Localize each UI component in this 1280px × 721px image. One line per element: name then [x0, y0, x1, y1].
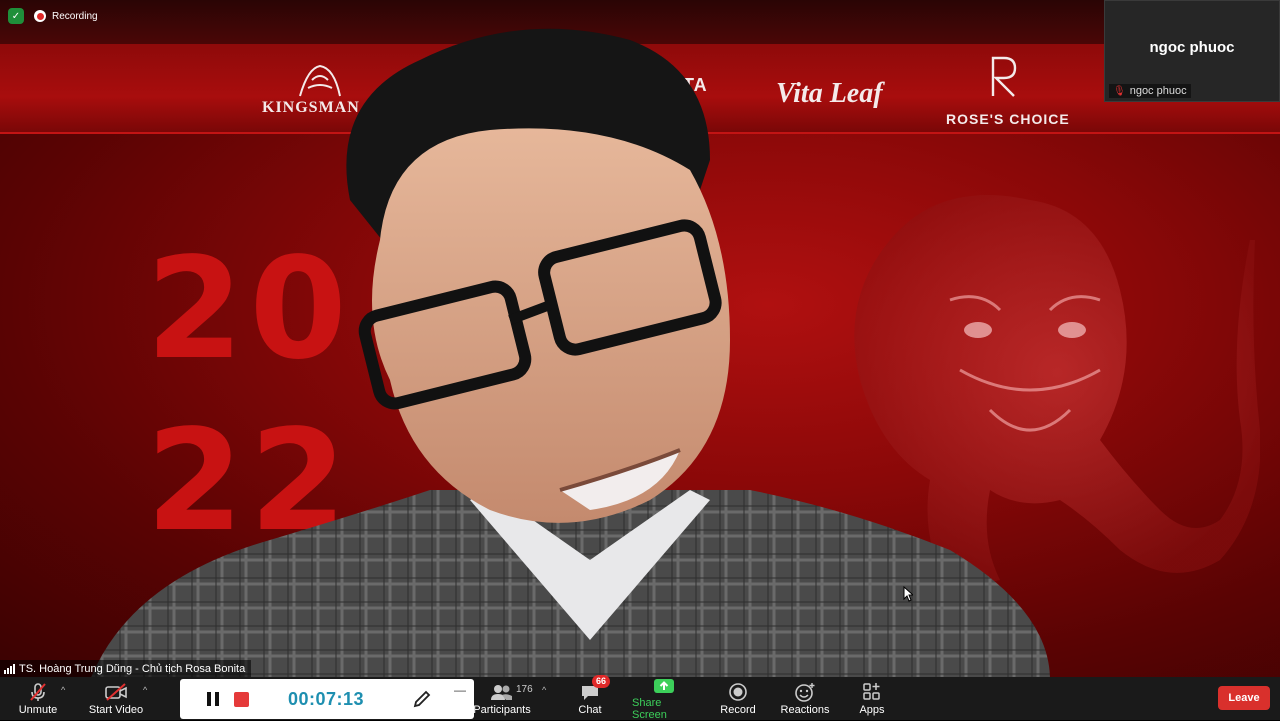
share-screen-label: Share Screen: [632, 696, 667, 721]
leave-button[interactable]: Leave: [1218, 686, 1270, 710]
start-video-label: Start Video: [88, 703, 144, 716]
chat-unread-badge: 66: [592, 674, 611, 688]
apps-button[interactable]: Apps: [856, 677, 888, 720]
start-video-button[interactable]: Start Video: [88, 677, 144, 720]
reactions-button[interactable]: Reactions: [780, 677, 830, 720]
encryption-shield-icon[interactable]: ✓: [8, 8, 24, 24]
participants-count: 176: [516, 684, 533, 695]
thumbnail-label: 🎙 ngoc phuoc: [1109, 84, 1191, 98]
pause-recording-icon[interactable]: [207, 692, 219, 706]
video-stage: KINGSMAN ANISTA Vita Leaf ROSE'S CHOICE …: [0, 0, 1280, 677]
recording-label: Recording: [52, 10, 98, 22]
meeting-status: ✓ Recording: [8, 8, 98, 24]
thumbnail-name: ngoc phuoc: [1129, 85, 1187, 97]
mic-off-icon: [28, 682, 48, 702]
reactions-smiley-icon: [794, 682, 816, 702]
recording-dot-icon: [34, 10, 46, 22]
video-off-icon: [104, 682, 128, 702]
recording-control-panel: 00:07:13 —: [180, 679, 474, 719]
active-speaker-label: TS. Hoàng Trung Dũng - Chủ tịch Rosa Bon…: [0, 660, 252, 677]
speaker-name: TS. Hoàng Trung Dũng - Chủ tịch Rosa Bon…: [19, 662, 246, 675]
unmute-label: Unmute: [18, 703, 58, 716]
stop-recording-icon[interactable]: [234, 692, 249, 707]
apps-icon: [862, 682, 882, 702]
chat-icon: 66: [580, 674, 611, 702]
share-screen-button[interactable]: Share Screen: [632, 677, 696, 721]
participants-label: Participants: [473, 703, 531, 716]
apps-label: Apps: [859, 703, 885, 716]
chat-button[interactable]: 66 Chat: [574, 674, 611, 720]
record-icon: [728, 682, 748, 702]
share-screen-icon: [653, 677, 675, 695]
reactions-label: Reactions: [780, 703, 830, 716]
recording-timer: 00:07:13: [288, 689, 365, 709]
presenter-video: [91, 28, 1050, 677]
record-label: Record: [720, 703, 756, 716]
unmute-button[interactable]: Unmute: [14, 677, 62, 720]
chat-label: Chat: [578, 703, 602, 716]
record-button[interactable]: Record: [718, 677, 758, 720]
mouse-cursor-icon: [903, 586, 913, 602]
mic-muted-icon: 🎙: [1113, 85, 1126, 97]
annotate-pencil-icon[interactable]: [412, 689, 432, 709]
minimize-icon[interactable]: —: [454, 683, 466, 697]
participants-chevron-icon[interactable]: ^: [542, 685, 546, 695]
connection-bars-icon: [4, 663, 15, 674]
video-options-chevron-icon[interactable]: ^: [143, 685, 147, 695]
audio-options-chevron-icon[interactable]: ^: [61, 685, 65, 695]
participants-icon: [490, 682, 514, 702]
participant-thumbnail[interactable]: ngoc phuoc 🎙 ngoc phuoc: [1104, 0, 1280, 102]
thumbnail-display-name: ngoc phuoc: [1149, 39, 1235, 56]
